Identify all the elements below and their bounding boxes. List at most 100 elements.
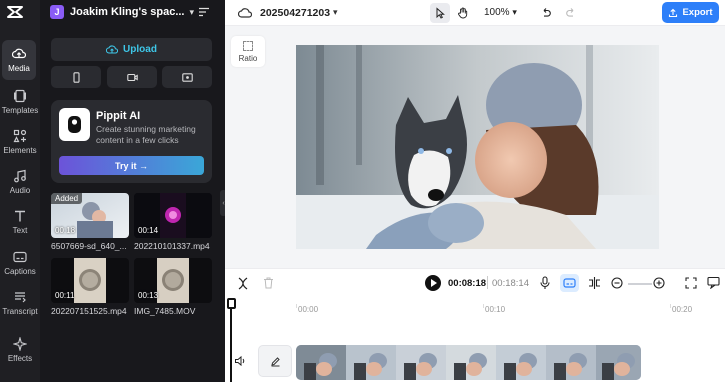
select-tool-button[interactable]	[430, 3, 450, 23]
zoom-level-select[interactable]: 100% ▾	[484, 7, 517, 18]
ruler-tick	[670, 304, 671, 308]
timeline[interactable]: 00:00 00:10 00:20	[225, 298, 725, 382]
total-time: 00:18:14	[492, 278, 529, 289]
cloud-sync-icon[interactable]	[238, 6, 252, 20]
microphone-icon[interactable]	[540, 276, 550, 290]
media-thumbnail[interactable]: Added 00:18	[51, 193, 129, 238]
ruler-tick	[483, 304, 484, 308]
video-clip-track[interactable]	[296, 345, 641, 380]
workspace-switcher[interactable]: J Joakim Kling's spac... ▾	[50, 4, 220, 20]
feedback-icon[interactable]	[707, 276, 720, 289]
media-filename: 202207151525.mp4	[51, 306, 127, 316]
auto-captions-button[interactable]	[560, 274, 579, 292]
added-badge: Added	[51, 193, 83, 204]
rail-item-media[interactable]: Media	[2, 40, 36, 80]
rail-item-label: Media	[8, 64, 30, 73]
clip-frame	[296, 345, 641, 380]
promo-title: Pippit AI	[96, 110, 141, 122]
left-rail: Media Templates Elements Audio Text Capt…	[0, 0, 40, 382]
elements-icon	[13, 129, 27, 143]
rail-item-label: Text	[12, 226, 28, 235]
captions-ai-icon	[563, 278, 576, 288]
sort-menu-icon[interactable]	[198, 6, 210, 18]
playback-controls: 00:08:18 00:18:14	[225, 268, 725, 298]
record-screen-button[interactable]	[162, 66, 212, 88]
media-filename: 6507669-sd_640_...	[51, 241, 127, 251]
screen-record-icon	[181, 72, 193, 82]
ruler-tick	[296, 304, 297, 308]
top-toolbar: 202504271203 ▾ 100% ▾ Export	[225, 0, 725, 26]
redo-icon	[566, 8, 574, 17]
speaker-icon[interactable]	[234, 355, 246, 367]
pippit-promo-card: Pippit AI Create stunning marketing cont…	[51, 100, 212, 183]
music-note-icon	[14, 169, 26, 183]
cloud-upload-icon	[12, 48, 26, 59]
undo-icon	[543, 8, 551, 17]
rail-item-audio[interactable]: Audio	[0, 162, 40, 202]
video-frame-image	[296, 45, 659, 249]
duration-label: 00:13	[138, 291, 159, 300]
hand-icon	[458, 7, 468, 19]
ratio-label: Ratio	[238, 53, 258, 63]
media-thumbnail[interactable]: 00:11	[51, 258, 129, 303]
zoom-slider[interactable]	[628, 283, 652, 285]
undo-button[interactable]	[536, 3, 556, 23]
zoom-out-icon[interactable]	[611, 277, 623, 289]
pencil-icon	[270, 356, 280, 366]
rail-item-label: Elements	[3, 146, 37, 155]
video-preview-canvas[interactable]	[296, 45, 659, 249]
aspect-ratio-icon	[243, 40, 253, 51]
rail-item-text[interactable]: Text	[0, 202, 40, 242]
current-time: 00:08:18	[448, 278, 487, 289]
chevron-down-icon: ▾	[189, 6, 195, 17]
chevron-down-icon[interactable]: ▾	[333, 7, 338, 18]
promo-description: Create stunning marketing content in a f…	[96, 124, 196, 145]
rail-item-templates[interactable]: Templates	[0, 82, 40, 122]
try-it-button[interactable]: Try it →	[59, 156, 204, 175]
capcut-logo-icon[interactable]	[6, 4, 24, 20]
clip-filmstrip	[296, 345, 641, 380]
split-icon[interactable]	[237, 277, 249, 290]
hand-tool-button[interactable]	[453, 3, 473, 23]
workspace-avatar: J	[50, 5, 64, 19]
rail-item-label: Audio	[9, 186, 31, 195]
media-filename: 202210101337.mp4	[134, 241, 210, 251]
ruler-label: 00:20	[672, 305, 693, 314]
export-button[interactable]: Export	[662, 2, 719, 23]
transcript-icon	[15, 292, 26, 303]
playhead[interactable]	[230, 298, 232, 382]
project-name[interactable]: 202504271203	[260, 7, 330, 19]
delete-icon[interactable]	[263, 277, 274, 289]
zoom-level: 100%	[484, 7, 510, 18]
fullscreen-icon[interactable]	[685, 277, 697, 289]
pointer-icon	[436, 7, 445, 19]
media-thumbnail[interactable]: 00:14	[134, 193, 212, 238]
rail-item-label: Captions	[4, 267, 36, 276]
playhead-handle[interactable]	[227, 298, 236, 309]
ratio-button[interactable]: Ratio	[231, 36, 265, 67]
rail-item-elements[interactable]: Elements	[0, 122, 40, 162]
pippit-logo-icon	[59, 108, 90, 141]
workspace-name: Joakim Kling's spac...	[70, 6, 185, 18]
rail-item-label: Effects	[7, 354, 33, 363]
time-divider	[487, 276, 488, 289]
text-icon	[15, 210, 25, 222]
rail-item-transcript[interactable]: Transcript	[0, 283, 40, 323]
zoom-in-icon[interactable]	[653, 277, 665, 289]
redo-button[interactable]	[561, 3, 581, 23]
upload-label: Upload	[123, 44, 157, 55]
preview-stage: Ratio	[225, 27, 725, 267]
media-thumbnail[interactable]: 00:13	[134, 258, 212, 303]
effects-icon	[13, 337, 27, 351]
upload-from-phone-button[interactable]	[51, 66, 101, 88]
edit-cover-button[interactable]	[258, 345, 292, 377]
rail-item-captions[interactable]: Captions	[0, 243, 40, 283]
play-button[interactable]	[425, 275, 441, 291]
duration-label: 00:18	[55, 226, 76, 235]
split-screen-icon[interactable]	[588, 276, 601, 290]
rail-item-effects[interactable]: Effects	[0, 330, 40, 370]
duration-label: 00:14	[138, 226, 159, 235]
ruler-label: 00:10	[485, 305, 506, 314]
upload-button[interactable]: Upload	[51, 38, 212, 61]
record-camera-button[interactable]	[107, 66, 157, 88]
